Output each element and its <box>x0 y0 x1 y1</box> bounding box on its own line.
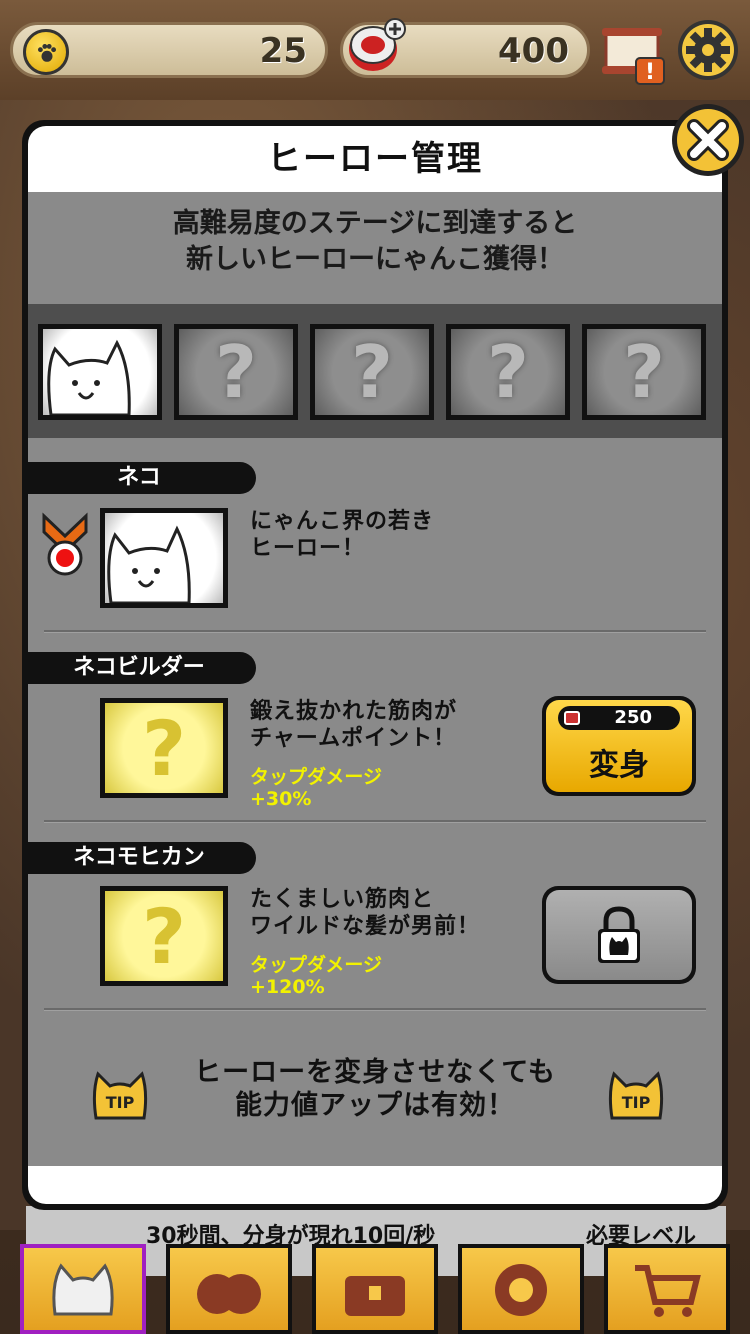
shopping-cart-icon <box>635 1265 701 1317</box>
hero-slots: ? ? ? ? <box>28 304 722 438</box>
treasure-chest-icon <box>345 1276 405 1316</box>
locked-transform-button[interactable] <box>542 886 696 984</box>
transform-button-label: 変身 <box>589 748 649 783</box>
bonus-value: +120% <box>250 976 325 998</box>
divider <box>44 1008 706 1011</box>
hero-management-modal: ヒーロー管理 高難易度のステージに到達すると 新しいヒーローにゃんこ獲得！ ? … <box>22 120 728 1210</box>
desc-line-1: にゃんこ界の若き <box>250 509 435 534</box>
transform-cost: 250 <box>614 707 652 728</box>
top-bar: 25 400 ! <box>0 0 750 100</box>
selected-checkmark-icon <box>42 512 88 576</box>
divider <box>44 820 706 823</box>
nav-shop-tab[interactable] <box>604 1244 730 1334</box>
unknown-slot-mark: ? <box>451 329 565 415</box>
bonus-label: タップダメージ <box>250 954 383 976</box>
hero-bonus: タップダメージ +120% <box>250 954 382 998</box>
battle-crest-icon <box>495 1264 547 1316</box>
nav-cat-tab[interactable] <box>20 1244 146 1334</box>
hero-portrait[interactable] <box>100 508 228 608</box>
paw-coin-icon <box>23 29 69 75</box>
nav-treasure-tab[interactable] <box>312 1244 438 1334</box>
transform-button[interactable]: 250 変身 <box>542 696 696 796</box>
notice-scroll-icon[interactable]: ! <box>600 24 670 86</box>
cat-head-icon <box>52 1263 114 1316</box>
hero-slot-5[interactable]: ? <box>582 324 706 420</box>
desc-line-2: チャームポイント！ <box>250 726 457 751</box>
unknown-hero-mark: ? <box>105 891 223 981</box>
hero-portrait[interactable]: ? <box>100 698 228 798</box>
unknown-slot-mark: ? <box>587 329 701 415</box>
cat-group-icon <box>197 1274 261 1314</box>
cat-face-icon <box>107 525 191 605</box>
hero-name-tab: ネコモヒカン <box>28 842 256 874</box>
desc-line-2: ワイルドな髪が男前！ <box>250 914 481 939</box>
hero-description: 鍛え抜かれた筋肉が チャームポイント！ <box>250 698 457 752</box>
catfood-counter[interactable]: 400 <box>340 18 590 78</box>
hero-name-tab: ネコビルダー <box>28 652 256 684</box>
xp-value: 25 <box>259 31 307 71</box>
hero-slot-4[interactable]: ? <box>446 324 570 420</box>
hero-portrait[interactable]: ? <box>100 886 228 986</box>
intro-text: 高難易度のステージに到達すると 新しいヒーローにゃんこ獲得！ <box>28 206 722 278</box>
bonus-value: +30% <box>250 788 312 810</box>
hero-slot-3[interactable]: ? <box>310 324 434 420</box>
hero-description: たくましい筋肉と ワイルドな髪が男前！ <box>250 886 480 940</box>
catfood-can-icon <box>564 711 580 725</box>
bonus-label: タップダメージ <box>250 766 383 788</box>
divider <box>44 630 706 633</box>
cost-bar: 250 <box>558 706 680 730</box>
unknown-slot-mark: ? <box>315 329 429 415</box>
intro-line-2: 新しいヒーローにゃんこ獲得！ <box>186 244 564 275</box>
desc-line-2: ヒーロー！ <box>250 536 366 561</box>
svg-text:!: ! <box>645 60 655 85</box>
unknown-hero-mark: ? <box>105 703 223 793</box>
catfood-value: 400 <box>498 31 569 71</box>
xp-counter: 25 <box>10 22 328 78</box>
hero-name-tab: ネコ <box>28 462 256 494</box>
intro-line-1: 高難易度のステージに到達すると <box>172 208 578 239</box>
desc-line-1: たくましい筋肉と <box>250 887 435 912</box>
nav-battle-tab[interactable] <box>458 1244 584 1334</box>
hero-bonus: タップダメージ +30% <box>250 766 382 810</box>
hero-slot-2[interactable]: ? <box>174 324 298 420</box>
close-button[interactable] <box>670 102 746 178</box>
tip-line-2: 能力値アップは有効！ <box>235 1090 515 1121</box>
modal-body: 高難易度のステージに到達すると 新しいヒーローにゃんこ獲得！ ? ? ? ? ネ… <box>28 192 722 1166</box>
cat-face-icon <box>47 339 131 415</box>
nav-group-tab[interactable] <box>166 1244 292 1334</box>
lock-icon <box>598 906 640 963</box>
settings-gear-icon[interactable] <box>676 18 740 82</box>
hero-description: にゃんこ界の若き ヒーロー！ <box>250 508 434 562</box>
unknown-slot-mark: ? <box>179 329 293 415</box>
tip-text: ヒーローを変身させなくても 能力値アップは有効！ <box>28 1056 722 1122</box>
modal-title: ヒーロー管理 <box>267 139 483 179</box>
catfood-can-icon <box>349 18 406 71</box>
hero-slot-1[interactable] <box>38 324 162 420</box>
tip-line-1: ヒーローを変身させなくても <box>194 1057 556 1088</box>
desc-line-1: 鍛え抜かれた筋肉が <box>250 699 458 724</box>
